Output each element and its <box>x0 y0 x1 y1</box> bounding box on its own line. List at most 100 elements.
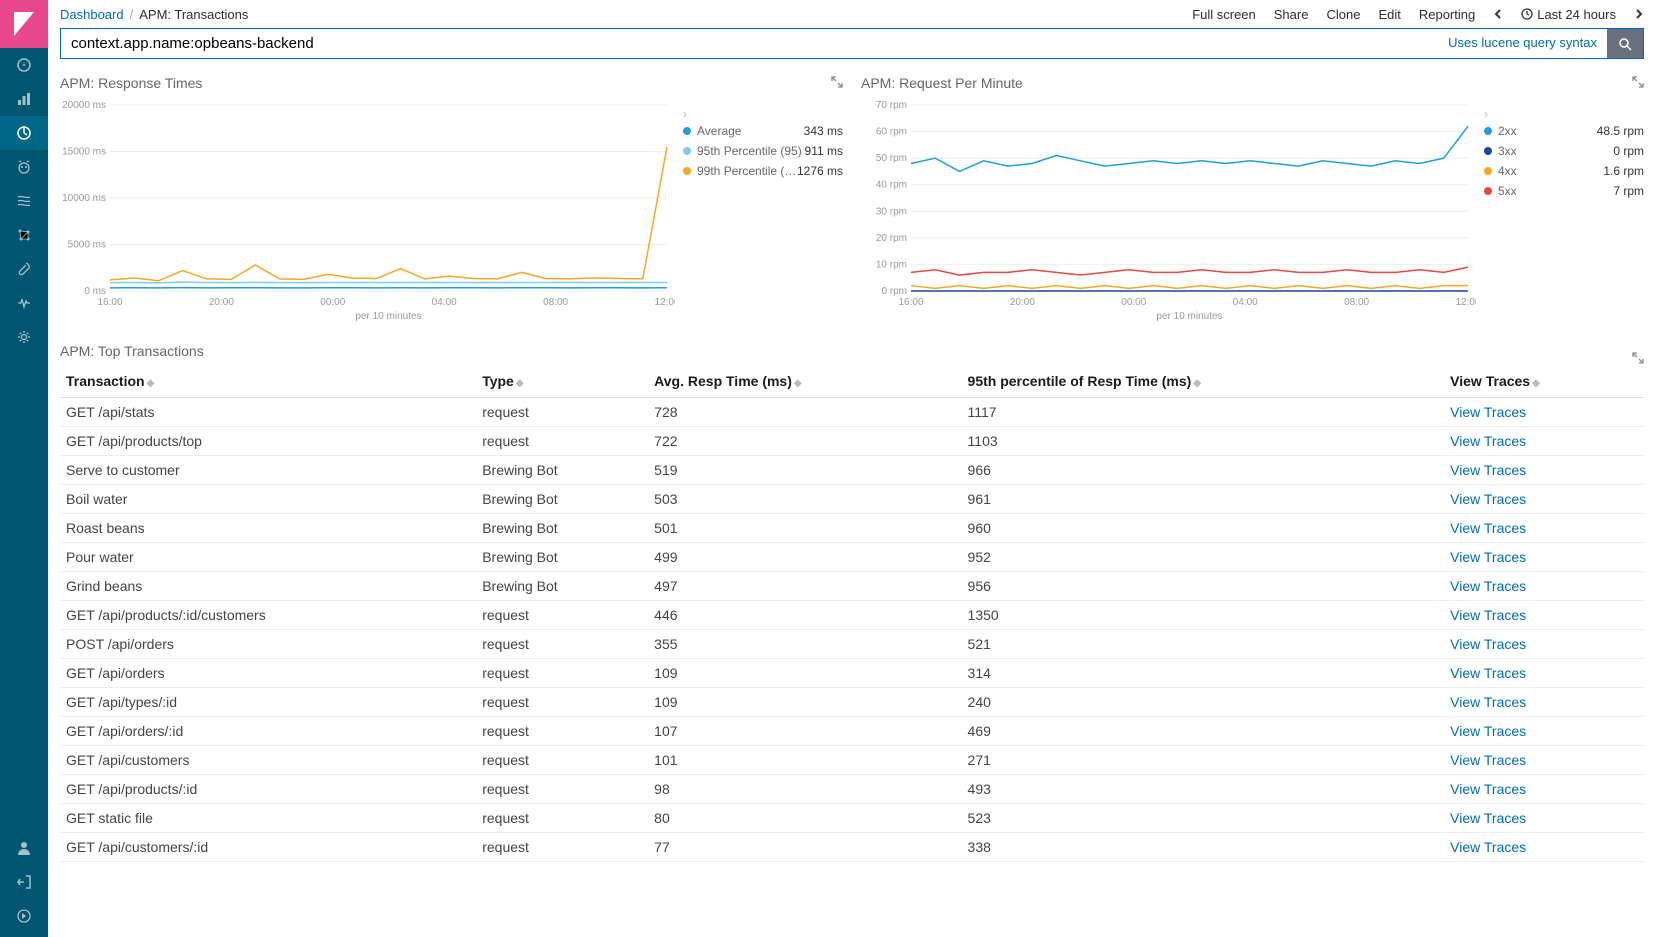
fullscreen-button[interactable]: Full screen <box>1192 7 1256 22</box>
search-button[interactable] <box>1607 29 1643 58</box>
view-traces-link[interactable]: View Traces <box>1450 694 1526 710</box>
nav-timelion-icon[interactable] <box>0 150 48 184</box>
cell-p95: 338 <box>962 833 1445 862</box>
expand-icon[interactable] <box>831 75 843 91</box>
nav-collapse-icon[interactable] <box>0 899 48 933</box>
search-icon <box>1618 37 1632 51</box>
cell-type: Brewing Bot <box>476 572 648 601</box>
edit-button[interactable]: Edit <box>1378 7 1400 22</box>
legend-item[interactable]: 5xx7 rpm <box>1484 181 1644 201</box>
nav-apm-icon[interactable] <box>0 184 48 218</box>
legend-value: 0 rpm <box>1613 144 1644 158</box>
legend-label: 5xx <box>1498 184 1613 198</box>
cell-avg: 499 <box>648 543 961 572</box>
legend-item[interactable]: 99th Percentile (99)1276 ms <box>683 161 843 181</box>
nav-devtools-icon[interactable] <box>0 252 48 286</box>
table-row: GET /api/types/:idrequest109240View Trac… <box>60 688 1644 717</box>
cell-transaction: GET /api/products/top <box>60 427 476 456</box>
time-next-button[interactable] <box>1634 9 1644 19</box>
view-traces-link[interactable]: View Traces <box>1450 665 1526 681</box>
panel-title: APM: Request Per Minute <box>861 75 1644 91</box>
cell-avg: 107 <box>648 717 961 746</box>
legend-value: 1276 ms <box>797 164 843 178</box>
view-traces-link[interactable]: View Traces <box>1450 520 1526 536</box>
cell-type: request <box>476 775 648 804</box>
cell-transaction: POST /api/orders <box>60 630 476 659</box>
cell-p95: 523 <box>962 804 1445 833</box>
th-avg[interactable]: Avg. Resp Time (ms)◆ <box>648 365 961 398</box>
legend-item[interactable]: 2xx48.5 rpm <box>1484 121 1644 141</box>
table-row: Pour waterBrewing Bot499952View Traces <box>60 543 1644 572</box>
view-traces-link[interactable]: View Traces <box>1450 781 1526 797</box>
table-row: GET /api/orders/:idrequest107469View Tra… <box>60 717 1644 746</box>
chart-response: 0 ms5000 ms10000 ms15000 ms20000 ms16:00… <box>60 97 675 327</box>
view-traces-link[interactable]: View Traces <box>1450 462 1526 478</box>
legend-item[interactable]: Average343 ms <box>683 121 843 141</box>
cell-p95: 314 <box>962 659 1445 688</box>
nav-visualize-icon[interactable] <box>0 82 48 116</box>
svg-text:12:00: 12:00 <box>1455 297 1476 308</box>
cell-transaction: GET /api/customers <box>60 746 476 775</box>
th-traces[interactable]: View Traces◆ <box>1444 365 1644 398</box>
expand-icon[interactable] <box>1632 75 1644 91</box>
nav-monitoring-icon[interactable] <box>0 286 48 320</box>
legend-dot-icon <box>1484 187 1492 195</box>
view-traces-link[interactable]: View Traces <box>1450 636 1526 652</box>
legend-collapse-icon[interactable]: › <box>683 107 839 121</box>
svg-text:15000 ms: 15000 ms <box>62 147 106 158</box>
topbar: Dashboard / APM: Transactions Full scree… <box>48 0 1656 28</box>
cell-avg: 109 <box>648 688 961 717</box>
breadcrumb-root[interactable]: Dashboard <box>60 7 124 22</box>
svg-text:40 rpm: 40 rpm <box>876 180 907 191</box>
expand-icon[interactable] <box>1632 351 1644 367</box>
th-transaction[interactable]: Transaction◆ <box>60 365 476 398</box>
svg-text:08:00: 08:00 <box>543 297 568 308</box>
nav-discover-icon[interactable] <box>0 48 48 82</box>
cell-p95: 1350 <box>962 601 1445 630</box>
svg-text:per 10 minutes: per 10 minutes <box>1156 311 1222 322</box>
table-row: GET /api/customers/:idrequest77338View T… <box>60 833 1644 862</box>
cell-transaction: GET /api/orders <box>60 659 476 688</box>
legend-item[interactable]: 4xx1.6 rpm <box>1484 161 1644 181</box>
time-prev-button[interactable] <box>1493 9 1503 19</box>
view-traces-link[interactable]: View Traces <box>1450 433 1526 449</box>
nav-user-icon[interactable] <box>0 831 48 865</box>
share-button[interactable]: Share <box>1274 7 1309 22</box>
cell-avg: 722 <box>648 427 961 456</box>
cell-transaction: Pour water <box>60 543 476 572</box>
lucene-hint[interactable]: Uses lucene query syntax <box>1438 29 1607 58</box>
query-input[interactable] <box>61 29 1438 58</box>
view-traces-link[interactable]: View Traces <box>1450 752 1526 768</box>
view-traces-link[interactable]: View Traces <box>1450 578 1526 594</box>
view-traces-link[interactable]: View Traces <box>1450 491 1526 507</box>
view-traces-link[interactable]: View Traces <box>1450 810 1526 826</box>
cell-type: Brewing Bot <box>476 543 648 572</box>
nav-logout-icon[interactable] <box>0 865 48 899</box>
legend-item[interactable]: 3xx0 rpm <box>1484 141 1644 161</box>
th-p95[interactable]: 95th percentile of Resp Time (ms)◆ <box>962 365 1445 398</box>
legend-item[interactable]: 95th Percentile (95)911 ms <box>683 141 843 161</box>
table-row: GET /api/ordersrequest109314View Traces <box>60 659 1644 688</box>
view-traces-link[interactable]: View Traces <box>1450 607 1526 623</box>
cell-p95: 271 <box>962 746 1445 775</box>
nav-graph-icon[interactable] <box>0 218 48 252</box>
nav-management-icon[interactable] <box>0 320 48 354</box>
kibana-logo[interactable] <box>0 0 48 48</box>
reporting-button[interactable]: Reporting <box>1419 7 1475 22</box>
view-traces-link[interactable]: View Traces <box>1450 839 1526 855</box>
time-range-button[interactable]: Last 24 hours <box>1521 7 1616 22</box>
th-type[interactable]: Type◆ <box>476 365 648 398</box>
cell-avg: 728 <box>648 398 961 427</box>
legend-collapse-icon[interactable]: › <box>1484 107 1640 121</box>
nav-dashboard-icon[interactable] <box>0 116 48 150</box>
cell-avg: 80 <box>648 804 961 833</box>
legend-value: 911 ms <box>805 144 843 158</box>
chart-rpm: 0 rpm10 rpm20 rpm30 rpm40 rpm50 rpm60 rp… <box>861 97 1476 327</box>
clone-button[interactable]: Clone <box>1326 7 1360 22</box>
cell-transaction: GET static file <box>60 804 476 833</box>
view-traces-link[interactable]: View Traces <box>1450 723 1526 739</box>
view-traces-link[interactable]: View Traces <box>1450 404 1526 420</box>
svg-text:10000 ms: 10000 ms <box>62 193 106 204</box>
view-traces-link[interactable]: View Traces <box>1450 549 1526 565</box>
cell-transaction: Roast beans <box>60 514 476 543</box>
